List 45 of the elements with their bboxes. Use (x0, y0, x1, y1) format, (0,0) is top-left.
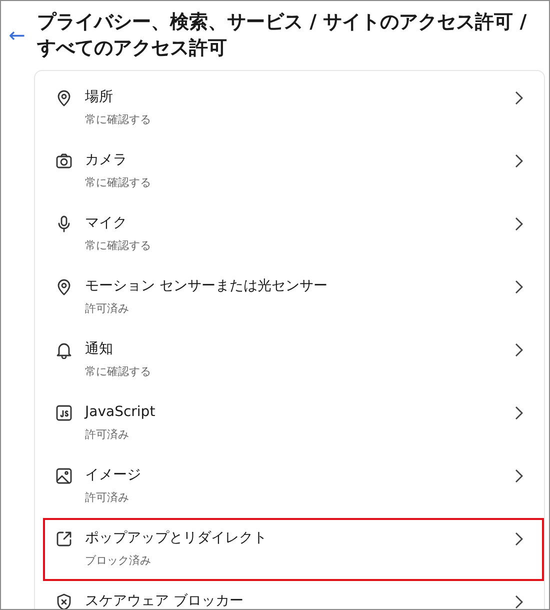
bell-icon (55, 341, 73, 359)
permission-label: 通知 (85, 340, 114, 359)
permission-item[interactable]: モーション センサーまたは光センサー 許可済み (43, 266, 544, 329)
permission-label: 場所 (85, 88, 114, 107)
back-button[interactable]: ← (6, 9, 28, 61)
permission-label: JavaScript (85, 403, 156, 422)
permission-label: ポップアップとリダイレクト (85, 529, 268, 548)
camera-icon (55, 152, 73, 170)
permission-status: 常に確認する (85, 175, 152, 191)
permission-item[interactable]: イメージ 許可済み (43, 455, 544, 518)
shield-icon (55, 593, 73, 609)
permission-label: モーション センサーまたは光センサー (85, 277, 328, 296)
chevron-right-icon (514, 280, 524, 294)
chevron-right-icon (514, 532, 524, 546)
permission-item[interactable]: 通知 常に確認する (43, 329, 544, 392)
permission-label: スケアウェア ブロッカー (85, 592, 244, 609)
permission-status: 許可済み (85, 490, 130, 506)
chevron-right-icon (514, 469, 524, 483)
permission-label: イメージ (85, 466, 142, 485)
permission-status: 許可済み (85, 427, 130, 443)
highlighted-permission-item[interactable]: ポップアップとリダイレクト ブロック済み (43, 518, 544, 581)
chevron-right-icon (514, 406, 524, 420)
permission-status: 常に確認する (85, 364, 152, 380)
image-icon (55, 467, 73, 485)
chevron-right-icon (514, 154, 524, 168)
location-pin-icon (55, 278, 73, 296)
chevron-right-icon (514, 217, 524, 231)
permission-label: カメラ (85, 151, 128, 170)
permission-label: マイク (85, 214, 128, 233)
permission-status: ブロック済み (85, 553, 152, 569)
permission-item[interactable]: カメラ 常に確認する (43, 140, 544, 203)
script-file-icon (55, 404, 73, 422)
permission-item[interactable]: 場所 常に確認する (43, 77, 544, 140)
permission-status: 許可済み (85, 301, 130, 317)
permission-item[interactable]: スケアウェア ブロッカー (43, 581, 544, 609)
chevron-right-icon (514, 91, 524, 105)
chevron-right-icon (514, 343, 524, 357)
permission-status: 常に確認する (85, 112, 152, 128)
permission-status: 常に確認する (85, 238, 152, 254)
permission-item[interactable]: JavaScript 許可済み (43, 392, 544, 455)
external-window-icon (55, 530, 73, 548)
chevron-right-icon (514, 595, 524, 609)
location-pin-icon (55, 89, 73, 107)
page-title: プライバシー、検索、サービス / サイトのアクセス許可 / すべてのアクセス許可 (37, 10, 528, 61)
permission-item[interactable]: マイク 常に確認する (43, 203, 544, 266)
